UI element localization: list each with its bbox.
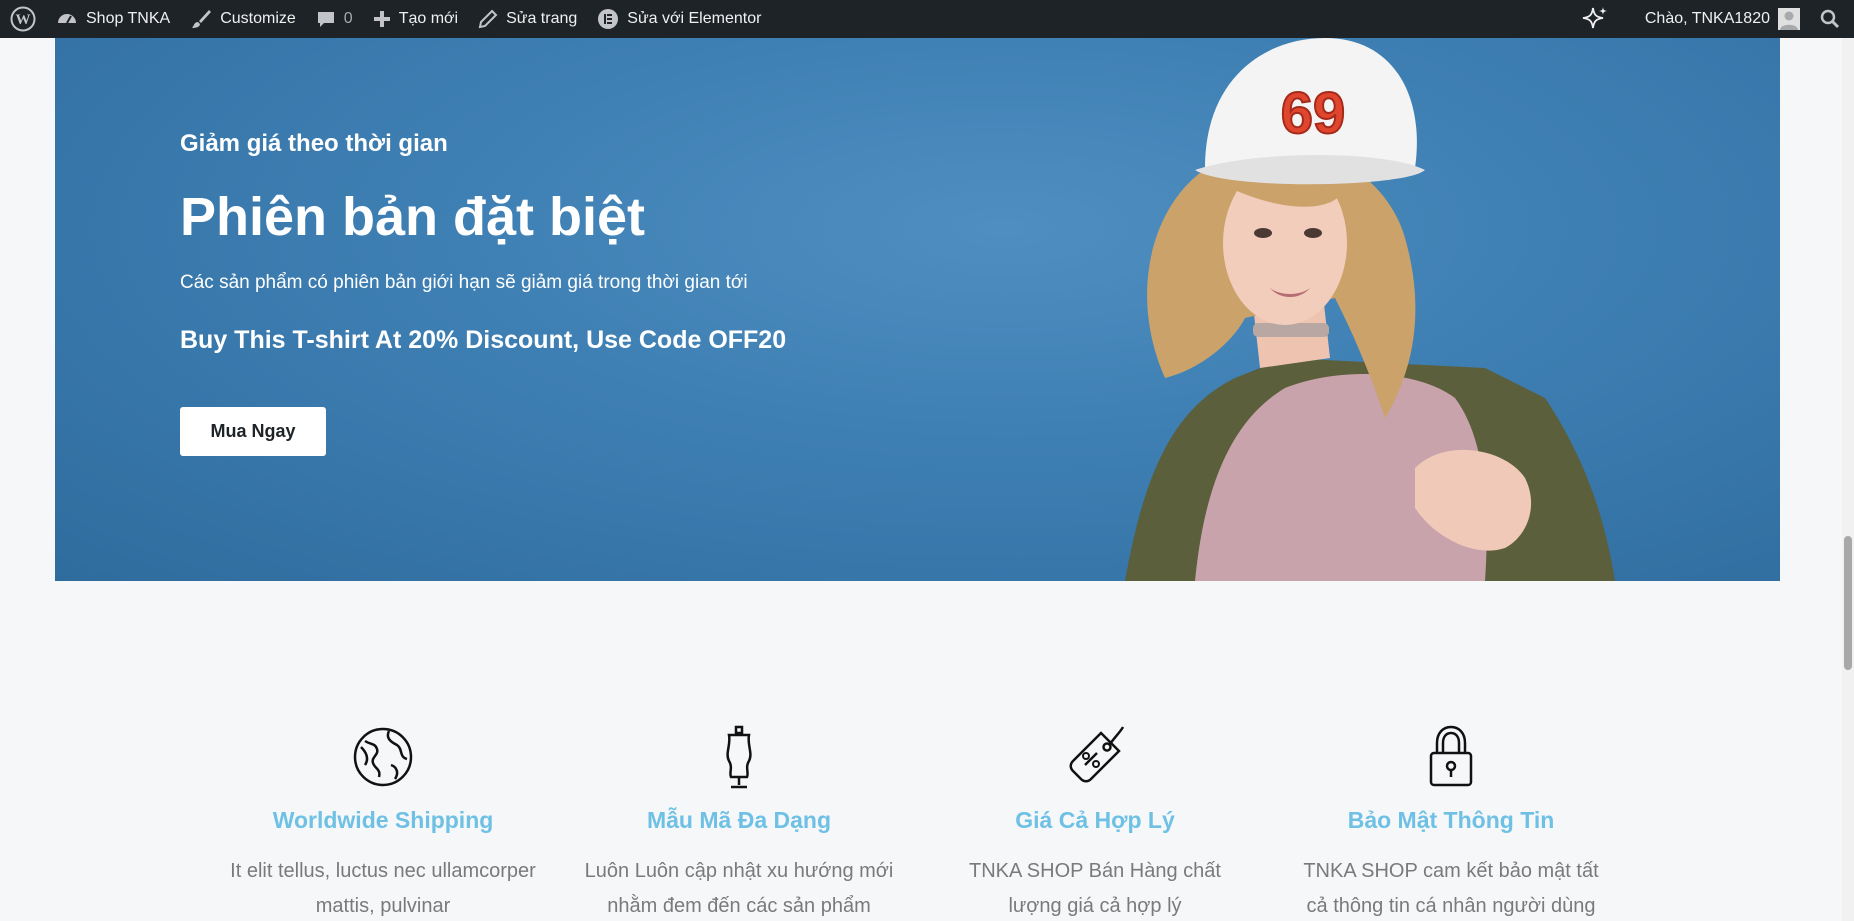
- page-scrollbar-thumb[interactable]: [1844, 536, 1852, 670]
- comments-count: 0: [343, 10, 353, 27]
- wordpress-icon: W: [10, 6, 36, 32]
- edit-page-label: Sửa trang: [506, 10, 578, 27]
- avatar: [1778, 8, 1800, 30]
- new-content-label: Tạo mới: [398, 10, 459, 27]
- hero-banner: Giảm giá theo thời gian Phiên bản đặt bi…: [55, 38, 1780, 581]
- ai-assistant-button[interactable]: [1571, 0, 1635, 38]
- feature-text: It elit tellus, luctus nec ullamcorper m…: [230, 860, 536, 917]
- admin-search-button[interactable]: [1810, 0, 1854, 38]
- feature-text: TNKA SHOP cam kết bảo mật tất cả thông t…: [1303, 860, 1599, 917]
- svg-text:W: W: [16, 12, 31, 28]
- feature-data-security: Bảo Mật Thông Tin TNKA SHOP cam kết bảo …: [1286, 725, 1616, 921]
- features-section: Worldwide Shipping It elit tellus, luctu…: [0, 725, 1842, 921]
- wp-admin-bar: W Shop TNKA Customize 0 Tạo mới Sửa tran…: [0, 0, 1854, 38]
- feature-title: Giá Cả Hợp Lý: [1015, 807, 1175, 833]
- feature-diverse-designs: Mẫu Mã Đa Dạng Luôn Luôn cập nhật xu hướ…: [574, 725, 904, 921]
- my-account-menu[interactable]: Chào, TNKA1820: [1635, 0, 1810, 38]
- feature-worldwide-shipping: Worldwide Shipping It elit tellus, luctu…: [218, 725, 548, 921]
- customize-label: Customize: [220, 10, 296, 27]
- brush-icon: [190, 8, 212, 30]
- hero-promo-text: Buy This T-shirt At 20% Discount, Use Co…: [180, 326, 787, 354]
- edit-page-link[interactable]: Sửa trang: [468, 0, 587, 38]
- edit-elementor-label: Sửa với Elementor: [627, 10, 762, 27]
- feature-title: Bảo Mật Thông Tin: [1347, 807, 1555, 833]
- elementor-icon: [597, 8, 619, 30]
- comment-icon: [316, 9, 336, 29]
- globe-icon: [351, 725, 415, 789]
- site-name-label: Shop TNKA: [86, 10, 171, 27]
- mannequin-icon: [707, 725, 771, 789]
- cap-number: 69: [1281, 81, 1346, 146]
- feature-title: Worldwide Shipping: [272, 807, 494, 833]
- wordpress-menu[interactable]: W: [0, 0, 46, 38]
- new-content-link[interactable]: Tạo mới: [363, 0, 468, 38]
- edit-elementor-link[interactable]: Sửa với Elementor: [587, 0, 771, 38]
- plus-icon: [373, 10, 391, 28]
- hero-subtitle: Giảm giá theo thời gian: [180, 130, 448, 157]
- site-name-link[interactable]: Shop TNKA: [46, 0, 180, 38]
- customize-link[interactable]: Customize: [180, 0, 306, 38]
- hero-model-photo: 69: [1125, 38, 1615, 581]
- feature-reasonable-price: Giá Cả Hợp Lý TNKA SHOP Bán Hàng chất lư…: [930, 725, 1260, 921]
- hero-title: Phiên bản đặt biệt: [180, 187, 646, 247]
- comments-link[interactable]: 0: [306, 0, 363, 38]
- padlock-icon: [1419, 725, 1483, 789]
- search-icon: [1820, 9, 1840, 29]
- page-scrollbar-track[interactable]: [1842, 38, 1854, 921]
- feature-title: Mẫu Mã Đa Dạng: [646, 807, 832, 833]
- feature-text: TNKA SHOP Bán Hàng chất lượng giá cả hợp…: [969, 860, 1221, 917]
- hero-description: Các sản phẩm có phiên bản giới hạn sẽ gi…: [180, 272, 748, 293]
- price-tag-icon: [1063, 725, 1127, 789]
- greeting-label: Chào, TNKA1820: [1644, 10, 1770, 27]
- dashboard-icon: [56, 8, 78, 30]
- feature-text: Luôn Luôn cập nhật xu hướng mới nhằm đem…: [584, 860, 894, 917]
- sparkle-icon: [1581, 5, 1609, 33]
- buy-now-button[interactable]: Mua Ngay: [180, 407, 326, 456]
- pencil-icon: [478, 9, 498, 29]
